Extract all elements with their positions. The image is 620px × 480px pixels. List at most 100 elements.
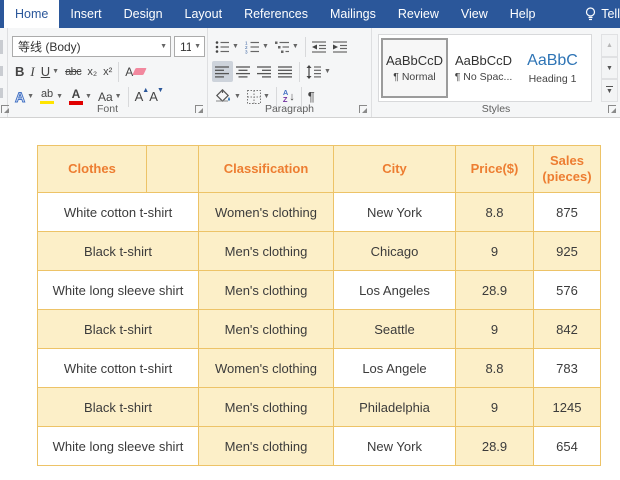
more-styles-icon: ▼ [606, 85, 613, 96]
column-header-sales-pieces[interactable]: Sales (pieces) [533, 145, 601, 193]
table-cell[interactable]: Men's clothing [198, 426, 334, 466]
column-header-price[interactable]: Price($) [455, 145, 534, 193]
font-name-combobox[interactable]: 等线 (Body) ▼ [12, 36, 171, 57]
table-cell[interactable]: Women's clothing [198, 348, 334, 388]
style-heading-1[interactable]: AaBbC Heading 1 [519, 38, 586, 98]
table-cell[interactable]: 654 [533, 426, 601, 466]
column-header-classification[interactable]: Classification [198, 145, 334, 193]
table-cell[interactable]: 783 [533, 348, 601, 388]
table-cell[interactable]: White cotton t-shirt [37, 348, 199, 388]
table-cell[interactable]: Men's clothing [198, 387, 334, 427]
table-cell[interactable]: White cotton t-shirt [37, 192, 199, 232]
paste-icon[interactable] [0, 40, 3, 54]
multilevel-list-button[interactable]: ▼ [272, 36, 302, 57]
justify-button[interactable] [275, 61, 296, 82]
document-area[interactable]: Clothes Classification City Price($) Sales (… [0, 118, 620, 480]
table-cell[interactable]: Black t-shirt [37, 387, 199, 427]
table-cell[interactable]: Men's clothing [198, 231, 334, 271]
table-cell[interactable]: 9 [455, 387, 534, 427]
table-cell[interactable]: White long sleeve shirt [37, 270, 199, 310]
table-cell[interactable]: 8.8 [455, 192, 534, 232]
column-header-city[interactable]: City [333, 145, 456, 193]
table-cell[interactable]: 28.9 [455, 270, 534, 310]
style-normal[interactable]: AaBbCcD ¶ Normal [381, 38, 448, 98]
table-cell[interactable]: New York [333, 192, 456, 232]
table-cell[interactable]: Black t-shirt [37, 309, 199, 349]
clothes-sales-table: Clothes Classification City Price($) Sales (… [37, 145, 601, 466]
gallery-more-button[interactable]: ▼ [601, 79, 618, 103]
table-cell[interactable]: 576 [533, 270, 601, 310]
table-cell[interactable]: Black t-shirt [37, 231, 199, 271]
table-body: White cotton t-shirt Women's clothing New … [37, 192, 601, 466]
table-cell[interactable]: Men's clothing [198, 270, 334, 310]
align-left-icon [215, 65, 229, 78]
table-cell[interactable]: White long sleeve shirt [37, 426, 199, 466]
numbering-button[interactable]: 1 2 3 ▼ [242, 36, 272, 57]
column-header-spacer[interactable] [146, 145, 199, 193]
table-cell[interactable]: Men's clothing [198, 309, 334, 349]
tell-me-box[interactable]: Tell [585, 0, 620, 28]
table-cell[interactable]: 9 [455, 231, 534, 271]
tab-references[interactable]: References [233, 0, 319, 28]
table-cell[interactable]: Los Angeles [333, 270, 456, 310]
paragraph-group-label: Paragraph [264, 103, 315, 115]
paragraph-dialog-launcher[interactable] [359, 105, 367, 113]
tab-home[interactable]: Home [4, 0, 60, 28]
font-dialog-launcher[interactable] [195, 105, 203, 113]
align-right-button[interactable] [254, 61, 275, 82]
style-no-spac[interactable]: AaBbCcD ¶ No Spac... [450, 38, 517, 98]
tab-layout[interactable]: Layout [174, 0, 234, 28]
line-spacing-button[interactable]: ▼ [303, 61, 334, 82]
chevron-down-icon: ▼ [85, 93, 92, 100]
table-header-row: Clothes Classification City Price($) Sales (… [37, 145, 601, 193]
multilevel-list-icon [274, 41, 289, 53]
subscript-button[interactable]: x₂ [84, 61, 100, 82]
styles-dialog-launcher[interactable] [608, 105, 616, 113]
format-painter-icon[interactable] [0, 88, 3, 98]
table-cell[interactable]: New York [333, 426, 456, 466]
decrease-indent-button[interactable] [309, 36, 330, 57]
underline-button[interactable]: U ▼ [38, 61, 62, 82]
styles-gallery: AaBbCcD ¶ Normal AaBbCcD ¶ No Spac... AaBbC H… [378, 34, 592, 102]
clear-formatting-button[interactable]: A [122, 61, 148, 82]
gallery-scroll-up-button[interactable]: ▲ [601, 34, 618, 57]
table-cell[interactable]: 1245 [533, 387, 601, 427]
tab-review[interactable]: Review [387, 0, 450, 28]
tab-mailings[interactable]: Mailings [319, 0, 387, 28]
strikethrough-button[interactable]: abc [62, 61, 84, 82]
table-cell[interactable]: 8.8 [455, 348, 534, 388]
font-size-combobox[interactable]: 11 ▼ [174, 36, 205, 57]
table-cell[interactable]: 28.9 [455, 426, 534, 466]
superscript-button[interactable]: x² [100, 61, 115, 82]
table-cell[interactable]: 9 [455, 309, 534, 349]
style-preview: AaBbC [527, 51, 578, 69]
table-cell[interactable]: Philadelphia [333, 387, 456, 427]
tab-view[interactable]: View [450, 0, 499, 28]
increase-indent-button[interactable] [330, 36, 351, 57]
table-row: White long sleeve shirt Men's clothing Los… [37, 270, 601, 310]
tab-insert[interactable]: Insert [59, 0, 112, 28]
paint-bucket-icon [215, 89, 230, 103]
align-left-button[interactable] [212, 61, 233, 82]
tab-design[interactable]: Design [113, 0, 174, 28]
table-cell[interactable]: 842 [533, 309, 601, 349]
gallery-scroll-down-button[interactable]: ▼ [601, 56, 618, 80]
table-cell[interactable]: Los Angele [333, 348, 456, 388]
table-cell[interactable]: 875 [533, 192, 601, 232]
chevron-down-icon: ▼ [324, 68, 331, 75]
tab-help[interactable]: Help [499, 0, 547, 28]
align-center-icon [236, 65, 250, 78]
cut-icon[interactable] [0, 66, 3, 76]
chevron-down-icon: ▼ [262, 93, 270, 100]
table-cell[interactable]: Women's clothing [198, 192, 334, 232]
bold-button[interactable]: B [12, 61, 27, 82]
align-center-button[interactable] [233, 61, 254, 82]
bullets-button[interactable]: ▼ [212, 36, 242, 57]
table-cell[interactable]: Seattle [333, 309, 456, 349]
sort-az-icon: A Z [282, 87, 289, 104]
column-header-clothes[interactable]: Clothes [37, 145, 147, 193]
table-cell[interactable]: Chicago [333, 231, 456, 271]
table-cell[interactable]: 925 [533, 231, 601, 271]
lightbulb-icon [586, 6, 596, 20]
italic-button[interactable]: I [27, 61, 37, 82]
